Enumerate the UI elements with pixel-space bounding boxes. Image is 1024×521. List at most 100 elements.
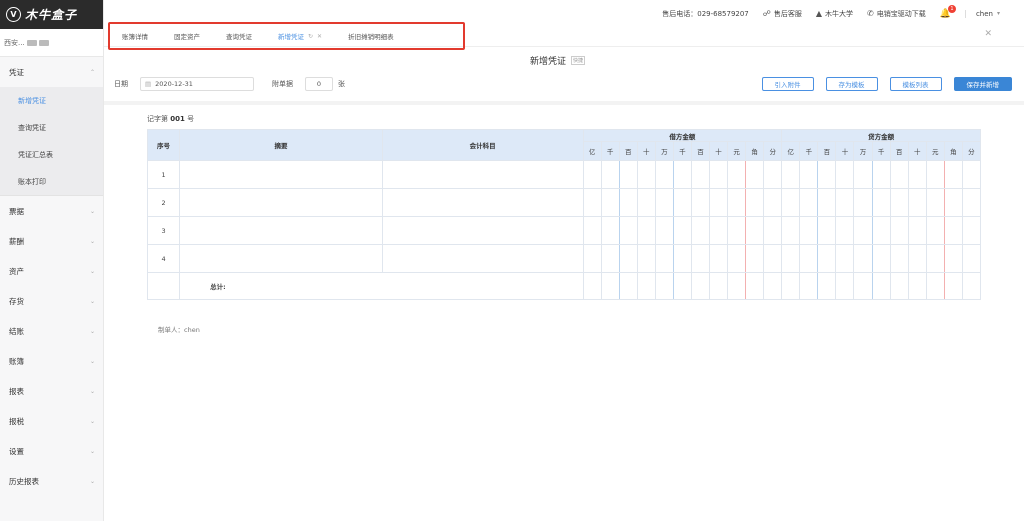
debit-amount-cell[interactable] xyxy=(636,160,656,189)
sidebar-group-closing[interactable]: 结账 ⌄ xyxy=(0,316,103,346)
account-cell[interactable] xyxy=(381,216,584,245)
credit-amount-cell[interactable] xyxy=(871,160,891,189)
debit-amount-cell[interactable] xyxy=(763,160,783,189)
debit-amount-cell[interactable] xyxy=(672,244,692,273)
sidebar-group-settings[interactable]: 设置 ⌄ xyxy=(0,436,103,466)
credit-amount-cell[interactable] xyxy=(799,216,819,245)
debit-amount-cell[interactable] xyxy=(618,216,638,245)
credit-amount-cell[interactable] xyxy=(871,216,891,245)
credit-amount-cell[interactable] xyxy=(889,216,909,245)
debit-amount-cell[interactable] xyxy=(690,244,710,273)
debit-amount-cell[interactable] xyxy=(618,160,638,189)
debit-amount-cell[interactable] xyxy=(763,244,783,273)
credit-amount-cell[interactable] xyxy=(925,244,945,273)
account-cell[interactable] xyxy=(381,160,584,189)
credit-amount-cell[interactable] xyxy=(817,216,837,245)
debit-amount-cell[interactable] xyxy=(708,216,729,245)
refresh-icon[interactable]: ↻ xyxy=(308,33,313,40)
credit-amount-cell[interactable] xyxy=(907,188,927,217)
sidebar-group-ledgers[interactable]: 账簿 ⌄ xyxy=(0,346,103,376)
credit-amount-cell[interactable] xyxy=(835,216,855,245)
driver-download-link[interactable]: ✆ 电销宝驱动下载 xyxy=(867,9,926,19)
tab-query-voucher[interactable]: 查询凭证 xyxy=(226,31,252,41)
credit-amount-cell[interactable] xyxy=(817,160,837,189)
credit-amount-cell[interactable] xyxy=(781,216,801,245)
debit-amount-cell[interactable] xyxy=(708,188,729,217)
credit-amount-cell[interactable] xyxy=(943,160,963,189)
sidebar-group-reports[interactable]: 报表 ⌄ xyxy=(0,376,103,406)
summary-cell[interactable] xyxy=(179,216,383,245)
credit-amount-cell[interactable] xyxy=(853,160,873,189)
tab-ledger-detail[interactable]: 账簿详情 xyxy=(122,31,148,41)
attachments-count-field[interactable]: 0 xyxy=(305,77,333,91)
debit-amount-cell[interactable] xyxy=(636,216,656,245)
debit-amount-cell[interactable] xyxy=(672,160,692,189)
sidebar-group-assets[interactable]: 资产 ⌄ xyxy=(0,256,103,286)
debit-amount-cell[interactable] xyxy=(727,160,747,189)
debit-amount-cell[interactable] xyxy=(582,160,602,189)
debit-amount-cell[interactable] xyxy=(745,244,765,273)
credit-amount-cell[interactable] xyxy=(853,216,873,245)
credit-amount-cell[interactable] xyxy=(853,244,873,273)
company-selector[interactable]: 西安... xyxy=(0,29,103,57)
credit-amount-cell[interactable] xyxy=(853,188,873,217)
notification-button[interactable]: 🔔 1 xyxy=(940,4,956,19)
customer-service-link[interactable]: ☍ 售后客服 xyxy=(763,9,802,19)
credit-amount-cell[interactable] xyxy=(907,160,927,189)
sidebar-item-ledger-print[interactable]: 账本打印 xyxy=(0,168,103,195)
summary-cell[interactable] xyxy=(179,160,383,189)
credit-amount-cell[interactable] xyxy=(925,188,945,217)
credit-amount-cell[interactable] xyxy=(817,244,837,273)
sidebar-group-payroll[interactable]: 薪酬 ⌄ xyxy=(0,226,103,256)
credit-amount-cell[interactable] xyxy=(907,216,927,245)
close-all-tabs-icon[interactable]: ✕ xyxy=(984,29,992,39)
account-cell[interactable] xyxy=(381,188,584,217)
credit-amount-cell[interactable] xyxy=(817,188,837,217)
credit-amount-cell[interactable] xyxy=(871,244,891,273)
debit-amount-cell[interactable] xyxy=(618,244,638,273)
sidebar-group-tax[interactable]: 报税 ⌄ xyxy=(0,406,103,436)
debit-amount-cell[interactable] xyxy=(727,216,747,245)
close-icon[interactable]: ✕ xyxy=(317,33,322,40)
debit-amount-cell[interactable] xyxy=(745,216,765,245)
credit-amount-cell[interactable] xyxy=(799,244,819,273)
credit-amount-cell[interactable] xyxy=(781,244,801,273)
credit-amount-cell[interactable] xyxy=(961,244,982,273)
debit-amount-cell[interactable] xyxy=(708,160,729,189)
credit-amount-cell[interactable] xyxy=(961,188,982,217)
debit-amount-cell[interactable] xyxy=(618,188,638,217)
debit-amount-cell[interactable] xyxy=(763,188,783,217)
user-menu[interactable]: chen ▾ xyxy=(964,9,1000,18)
credit-amount-cell[interactable] xyxy=(889,160,909,189)
credit-amount-cell[interactable] xyxy=(943,188,963,217)
debit-amount-cell[interactable] xyxy=(654,188,674,217)
sidebar-item-query-voucher[interactable]: 查询凭证 xyxy=(0,114,103,141)
credit-amount-cell[interactable] xyxy=(835,160,855,189)
credit-amount-cell[interactable] xyxy=(799,188,819,217)
sidebar-group-voucher[interactable]: 凭证 ⌃ xyxy=(0,57,103,87)
tab-depreciation-detail[interactable]: 折旧摊销明细表 xyxy=(348,31,394,41)
debit-amount-cell[interactable] xyxy=(763,216,783,245)
debit-amount-cell[interactable] xyxy=(690,160,710,189)
credit-amount-cell[interactable] xyxy=(835,244,855,273)
save-template-button[interactable]: 存为模板 xyxy=(825,77,878,91)
credit-amount-cell[interactable] xyxy=(943,216,963,245)
debit-amount-cell[interactable] xyxy=(654,216,674,245)
credit-amount-cell[interactable] xyxy=(781,160,801,189)
debit-amount-cell[interactable] xyxy=(600,244,620,273)
debit-amount-cell[interactable] xyxy=(690,216,710,245)
logo[interactable]: V 木牛盒子 xyxy=(0,0,103,29)
debit-amount-cell[interactable] xyxy=(690,188,710,217)
debit-amount-cell[interactable] xyxy=(582,216,602,245)
tab-new-voucher[interactable]: 新增凭证 ↻ ✕ xyxy=(278,31,322,42)
debit-amount-cell[interactable] xyxy=(654,244,674,273)
debit-amount-cell[interactable] xyxy=(672,216,692,245)
debit-amount-cell[interactable] xyxy=(745,160,765,189)
template-list-button[interactable]: 模板列表 xyxy=(889,77,942,91)
debit-amount-cell[interactable] xyxy=(727,244,747,273)
sidebar-group-inventory[interactable]: 存货 ⌄ xyxy=(0,286,103,316)
debit-amount-cell[interactable] xyxy=(745,188,765,217)
credit-amount-cell[interactable] xyxy=(907,244,927,273)
debit-amount-cell[interactable] xyxy=(600,160,620,189)
debit-amount-cell[interactable] xyxy=(582,188,602,217)
